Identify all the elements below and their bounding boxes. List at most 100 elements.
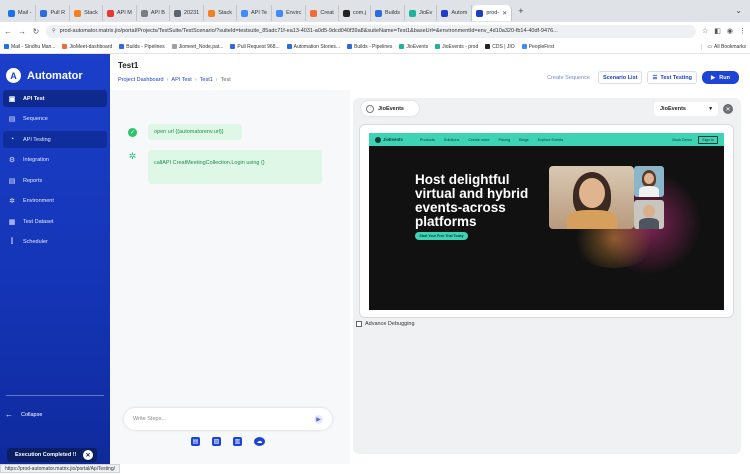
sidebar-item-reports[interactable]: ▤ Reports: [3, 172, 107, 189]
browser-tab[interactable]: com.j: [339, 5, 371, 21]
menu-icon[interactable]: ⋮: [739, 27, 746, 35]
profile-icon[interactable]: ◉: [727, 27, 733, 35]
bookmark-label: Builds - Pipelines: [354, 43, 393, 50]
advance-debugging-checkbox[interactable]: Advance Debugging: [356, 321, 415, 327]
bookmark-item[interactable]: JioEvents - prod: [435, 44, 478, 50]
bookmark-favicon-icon: [347, 44, 353, 49]
arrow-left-icon: ←: [5, 410, 13, 419]
bookmarks-bar: Mail - Sindhu Man... JioMeet-dashboard Bui…: [0, 40, 750, 54]
close-icon[interactable]: ✕: [723, 104, 733, 114]
browser-tab[interactable]: Envirc: [272, 5, 307, 21]
close-toast-icon[interactable]: ✕: [83, 450, 93, 460]
checkbox[interactable]: [356, 321, 362, 327]
url-field[interactable]: ⚲ prod-automator.matrix.jio/portal/Proje…: [46, 24, 696, 38]
write-steps-input[interactable]: [133, 416, 293, 422]
sequence-icon: ▤: [8, 116, 16, 123]
tab-search-icon[interactable]: ⌄: [735, 6, 742, 15]
bookmark-item[interactable]: CDS | JIO: [485, 44, 515, 50]
browser-tab[interactable]: 20231: [170, 5, 205, 21]
browser-tab[interactable]: API B: [137, 5, 170, 21]
scenario-list-button[interactable]: Scenario List: [597, 71, 643, 84]
bookmark-label: Builds - Pipelines: [126, 43, 165, 50]
step-card[interactable]: callAPI CreatMeetingCollection.Login usi…: [148, 150, 322, 184]
breadcrumb-project-dashboard[interactable]: Project Dashboard: [118, 77, 164, 83]
automator-logo-icon: A: [6, 68, 21, 83]
hero-video-main: [549, 166, 634, 229]
tab-favicon-icon: [476, 9, 484, 17]
gear-icon: ✲: [128, 151, 137, 161]
site-nav-item: Solutions: [443, 137, 460, 142]
sidebar-item-scheduler[interactable]: ⫿ Scheduler: [3, 234, 107, 251]
tab-favicon-icon: [208, 9, 216, 17]
sidebar-item-label: Scheduler: [23, 239, 48, 245]
hero-video-thumb: [634, 200, 664, 229]
back-icon[interactable]: ←: [4, 27, 12, 36]
cloud-icon[interactable]: ☁: [254, 437, 265, 446]
step-card[interactable]: open url {{automatorenv.url}}: [148, 124, 242, 140]
hero-video-thumb: [634, 166, 664, 197]
brand[interactable]: A Automator: [6, 68, 83, 83]
close-tab-icon[interactable]: ✕: [502, 10, 507, 17]
new-tab-icon[interactable]: +: [512, 6, 529, 16]
sidebar-item-api-test[interactable]: ▣ API Test: [3, 90, 107, 107]
bookmark-item[interactable]: Mail - Sindhu Man...: [4, 44, 55, 50]
breadcrumb-api-test[interactable]: API Test: [171, 77, 191, 83]
bookmark-item[interactable]: Jiomeet_Node.pat...: [171, 43, 224, 50]
browser-tab[interactable]: API Te: [237, 5, 273, 21]
sidebar-item-sequence[interactable]: ▤ Sequence: [3, 111, 107, 128]
breadcrumb-test1[interactable]: Test1: [200, 77, 213, 83]
template-icon[interactable]: ▤: [191, 437, 200, 446]
site-info-icon[interactable]: ⚲: [52, 28, 56, 34]
browser-tab[interactable]: API M: [103, 5, 137, 21]
sidebar-item-label: API Testing: [23, 136, 51, 143]
browser-tab[interactable]: Pull R: [36, 5, 71, 21]
site-nav-item: Explore Events: [537, 137, 564, 142]
browser-tab[interactable]: Autom: [437, 5, 473, 21]
environment-chip[interactable]: ◌ JioEvents: [361, 101, 419, 116]
tab-label: Stack: [84, 10, 98, 16]
bookmark-label: PeopleFirst: [528, 43, 554, 50]
bookmark-item[interactable]: JioEvents: [399, 44, 428, 50]
site-book-demo-link: Book Demo: [672, 137, 693, 142]
sidebar-item-label: Environment: [23, 198, 54, 204]
run-button[interactable]: ▶ Run: [702, 71, 739, 84]
test-testing-button[interactable]: ☰ Test Testing: [647, 71, 697, 84]
step-status: ✓: [128, 128, 137, 137]
bookmark-item[interactable]: PeopleFirst: [521, 43, 554, 50]
browser-tab[interactable]: Builds: [371, 5, 405, 21]
browser-tab[interactable]: Stack: [70, 5, 103, 21]
browser-tab[interactable]: Mail -: [4, 5, 37, 21]
browser-tab[interactable]: Creat: [306, 5, 339, 21]
extensions-icon[interactable]: ◧: [714, 27, 721, 35]
browser-tab[interactable]: JioEv: [405, 5, 438, 21]
document-icon[interactable]: ▥: [233, 437, 242, 446]
sidebar-item-api-testing[interactable]: ◔ API Testing: [3, 131, 107, 148]
tab-favicon-icon: [74, 9, 82, 17]
sidebar-item-label: Sequence: [23, 116, 48, 122]
star-icon[interactable]: ☆: [702, 27, 708, 35]
play-icon: ▶: [711, 74, 716, 81]
tab-label: Envirc: [286, 10, 302, 16]
all-bookmarks[interactable]: ▭ All Bookmarks: [701, 43, 746, 50]
sidebar-item-integration[interactable]: ⚙ Integration: [3, 152, 107, 169]
reload-icon[interactable]: ↻: [32, 27, 40, 36]
bookmark-item[interactable]: Automation Stories...: [286, 44, 340, 50]
sidebar-item-test-dataset[interactable]: ▦ Test Dataset: [3, 213, 107, 230]
reports-icon: ▤: [8, 177, 16, 185]
bookmark-item[interactable]: Pull Request 968...: [230, 44, 280, 50]
browser-tab[interactable]: prod- ✕: [472, 5, 513, 21]
image-icon[interactable]: ▨: [212, 437, 221, 446]
bookmark-item[interactable]: JioMeet-dashboard: [62, 44, 112, 50]
bookmark-label: Mail - Sindhu Man...: [11, 43, 56, 50]
collapse-button[interactable]: ← Collapse: [5, 410, 42, 419]
sidebar-item-environment[interactable]: ✲ Environment: [3, 193, 107, 210]
environment-select[interactable]: JioEvents ▾: [654, 102, 718, 116]
create-sequence-button[interactable]: Create Sequence: [544, 75, 593, 81]
send-icon[interactable]: ▶: [314, 414, 323, 424]
browser-tab[interactable]: Stack: [204, 5, 237, 21]
bookmark-item[interactable]: Builds - Pipelines: [119, 43, 165, 50]
bookmark-item[interactable]: Builds - Pipelines: [347, 44, 392, 50]
bookmark-label: Jiomeet_Node.pat...: [178, 43, 224, 50]
site-nav-item: Products: [419, 137, 435, 142]
forward-icon[interactable]: →: [18, 27, 26, 36]
